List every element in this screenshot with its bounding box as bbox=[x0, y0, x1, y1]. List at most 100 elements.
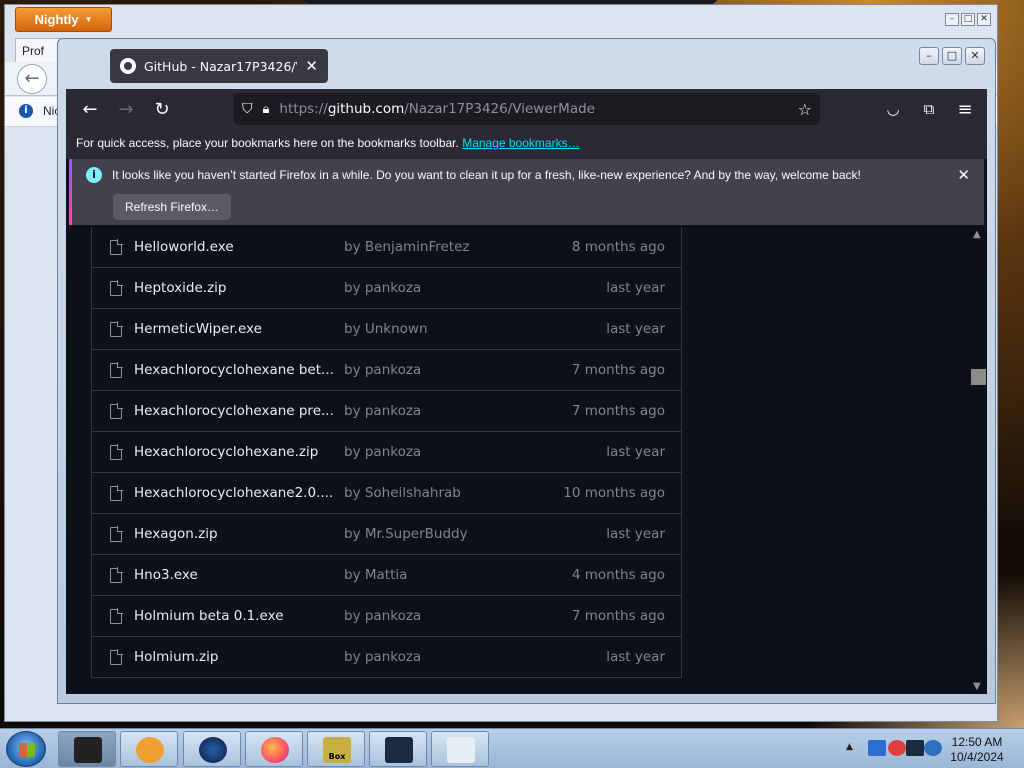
file-row[interactable]: Helloworld.exe by BenjaminFretez 8 months … bbox=[92, 227, 681, 268]
file-age: 7 months ago bbox=[571, 403, 665, 419]
nightly-label: Nightly bbox=[34, 12, 79, 27]
file-author[interactable]: by pankoza bbox=[344, 280, 421, 296]
url-host: github.com bbox=[327, 101, 405, 117]
file-age: 4 months ago bbox=[571, 567, 665, 583]
pocket-icon[interactable]: ◡ bbox=[875, 91, 911, 127]
tray-alert-icon[interactable] bbox=[888, 740, 906, 756]
file-row[interactable]: Hexagon.zip by Mr.SuperBuddy last year bbox=[92, 514, 681, 555]
scroll-up-icon[interactable]: ▲ bbox=[973, 229, 981, 240]
menu-icon[interactable]: ≡ bbox=[947, 91, 983, 127]
url-bar[interactable]: ⛉ 🔒︎ https://github.com/Nazar17P3426/Vie… bbox=[234, 93, 820, 125]
media-player-icon bbox=[136, 737, 164, 763]
taskbar-box-app[interactable]: Box bbox=[307, 731, 365, 767]
taskbar-tool[interactable] bbox=[431, 731, 489, 767]
file-name[interactable]: Hexachlorocyclohexane.zip bbox=[134, 444, 318, 460]
scrollbar-thumb[interactable] bbox=[971, 369, 986, 385]
file-row[interactable]: Hno3.exe by Mattia 4 months ago bbox=[92, 555, 681, 596]
maximize-icon[interactable]: □ bbox=[961, 13, 975, 26]
scroll-down-icon[interactable]: ▼ bbox=[973, 681, 981, 692]
file-author[interactable]: by pankoza bbox=[344, 444, 421, 460]
file-icon bbox=[110, 362, 123, 378]
taskbar: Box ▲ 12:50 AM 10/4/2024 bbox=[0, 728, 1024, 768]
file-name[interactable]: Hexachlorocyclohexane pre... bbox=[134, 403, 334, 419]
reload-icon[interactable]: ↻ bbox=[144, 91, 180, 127]
manage-bookmarks-link[interactable]: Manage bookmarks… bbox=[462, 136, 579, 150]
file-row[interactable]: Hexachlorocyclohexane bet... by pankoza 7 … bbox=[92, 350, 681, 391]
file-name[interactable]: Hexagon.zip bbox=[134, 526, 218, 542]
toolbar-right-buttons: ◡ ⧉ ≡ bbox=[875, 91, 983, 127]
close-icon[interactable]: ✕ bbox=[965, 47, 985, 65]
firefox-window[interactable]: GitHub - Nazar17P3426/ViewerMade ✕ – □ ✕… bbox=[57, 38, 996, 704]
minimize-icon[interactable]: – bbox=[919, 47, 939, 65]
file-name[interactable]: Helloworld.exe bbox=[134, 239, 234, 255]
file-name[interactable]: Hno3.exe bbox=[134, 567, 198, 583]
file-author[interactable]: by BenjaminFretez bbox=[344, 239, 469, 255]
file-icon bbox=[110, 567, 123, 583]
github-icon bbox=[120, 58, 136, 74]
back-arrow-icon[interactable]: ← bbox=[17, 64, 47, 94]
system-tray: ▲ 12:50 AM 10/4/2024 bbox=[840, 731, 1024, 767]
file-name[interactable]: HermeticWiper.exe bbox=[134, 321, 262, 337]
tray-app-icon[interactable] bbox=[868, 740, 886, 756]
file-row[interactable]: Holmium beta 0.1.exe by pankoza 7 months a… bbox=[92, 596, 681, 637]
file-icon bbox=[110, 239, 123, 255]
close-icon[interactable]: ✕ bbox=[977, 13, 991, 26]
tab-close-icon[interactable]: ✕ bbox=[305, 57, 318, 75]
network-icon[interactable] bbox=[906, 740, 924, 756]
file-name[interactable]: Heptoxide.zip bbox=[134, 280, 226, 296]
taskbar-firefox[interactable] bbox=[245, 731, 303, 767]
file-author[interactable]: by Soheilshahrab bbox=[344, 485, 461, 501]
file-author[interactable]: by Mr.SuperBuddy bbox=[344, 526, 468, 542]
show-hidden-icons-arrow[interactable]: ▲ bbox=[846, 742, 853, 752]
clock-time: 12:50 AM bbox=[951, 735, 1003, 749]
refresh-firefox-button[interactable]: Refresh Firefox… bbox=[113, 194, 232, 220]
back-icon[interactable]: ← bbox=[72, 91, 108, 127]
file-name[interactable]: Hexachlorocyclohexane2.0.... bbox=[134, 485, 333, 501]
file-row[interactable]: Heptoxide.zip by pankoza last year bbox=[92, 268, 681, 309]
file-author[interactable]: by pankoza bbox=[344, 403, 421, 419]
file-author[interactable]: by pankoza bbox=[344, 649, 421, 665]
file-author[interactable]: by Mattia bbox=[344, 567, 407, 583]
file-name[interactable]: Holmium beta 0.1.exe bbox=[134, 608, 284, 624]
tool-icon bbox=[447, 737, 475, 763]
tab-github[interactable]: GitHub - Nazar17P3426/ViewerMade ✕ bbox=[110, 49, 328, 83]
url-text[interactable]: https://github.com/Nazar17P3426/ViewerMa… bbox=[279, 101, 595, 117]
minimize-icon[interactable]: – bbox=[945, 13, 959, 26]
tab-title: GitHub - Nazar17P3426/ViewerMade bbox=[144, 58, 297, 74]
file-row[interactable]: HermeticWiper.exe by Unknown last year bbox=[92, 309, 681, 350]
globe-icon bbox=[199, 737, 227, 763]
file-author[interactable]: by pankoza bbox=[344, 608, 421, 624]
taskbar-screen-app[interactable] bbox=[369, 731, 427, 767]
taskbar-window-app[interactable] bbox=[58, 731, 116, 767]
file-row[interactable]: Holmium.zip by pankoza last year bbox=[92, 637, 681, 678]
forward-icon[interactable]: → bbox=[108, 91, 144, 127]
shield-icon[interactable]: ⛉ bbox=[242, 101, 253, 117]
bookmark-star-icon[interactable]: ☆ bbox=[798, 100, 812, 119]
lock-icon[interactable]: 🔒︎ bbox=[263, 102, 270, 117]
nightly-menu-button[interactable]: Nightly ▼ bbox=[15, 7, 112, 32]
file-icon bbox=[110, 403, 123, 419]
file-age: last year bbox=[606, 526, 665, 542]
file-name[interactable]: Hexachlorocyclohexane bet... bbox=[134, 362, 334, 378]
file-age: 10 months ago bbox=[563, 485, 665, 501]
extensions-icon[interactable]: ⧉ bbox=[911, 91, 947, 127]
volume-icon[interactable] bbox=[924, 740, 942, 756]
browser-viewport: ← → ↻ ⛉ 🔒︎ https://github.com/Nazar17P34… bbox=[66, 89, 987, 694]
clock[interactable]: 12:50 AM 10/4/2024 bbox=[946, 735, 1008, 765]
start-button[interactable] bbox=[6, 731, 46, 767]
file-author[interactable]: by Unknown bbox=[344, 321, 428, 337]
file-row[interactable]: Hexachlorocyclohexane.zip by pankoza last … bbox=[92, 432, 681, 473]
file-icon bbox=[110, 485, 123, 501]
bookmarks-toolbar: For quick access, place your bookmarks h… bbox=[66, 129, 987, 159]
file-name[interactable]: Holmium.zip bbox=[134, 649, 218, 665]
page-scrollbar[interactable]: ▲ ▼ bbox=[970, 227, 987, 694]
taskbar-globe[interactable] bbox=[183, 731, 241, 767]
file-row[interactable]: Hexachlorocyclohexane pre... by pankoza 7 … bbox=[92, 391, 681, 432]
maximize-icon[interactable]: □ bbox=[942, 47, 962, 65]
file-list: Helloworld.exe by BenjaminFretez 8 months … bbox=[91, 227, 682, 678]
file-row[interactable]: Hexachlorocyclohexane2.0.... by Soheilsha… bbox=[92, 473, 681, 514]
notification-close-icon[interactable]: ✕ bbox=[957, 166, 970, 184]
taskbar-media-player[interactable] bbox=[120, 731, 178, 767]
screen-app-icon bbox=[385, 737, 413, 763]
file-author[interactable]: by pankoza bbox=[344, 362, 421, 378]
